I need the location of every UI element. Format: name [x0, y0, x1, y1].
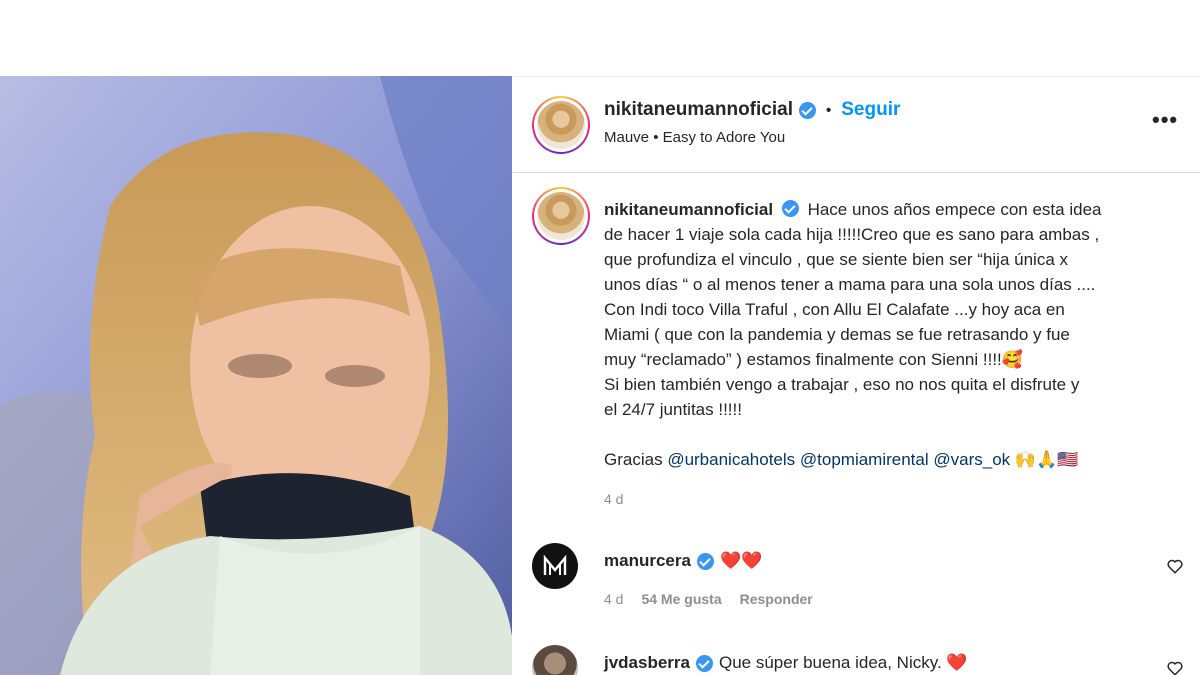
verified-badge-icon	[696, 552, 714, 570]
selfie-image	[0, 76, 512, 675]
comment-likes[interactable]: 54 Me gusta	[641, 591, 721, 607]
instagram-post-page: nikitaneumannoficial • Seguir Mauve • Ea…	[0, 0, 1200, 675]
separator-dot: •	[825, 101, 832, 119]
caption-line-3: que profundiza el vinculo , que se sient…	[604, 250, 1069, 269]
mention-urbanicahotels[interactable]: @urbanicahotels	[667, 450, 795, 469]
commenter-avatar[interactable]	[532, 543, 578, 589]
comment-body: jvdasberra Que súper buena idea, Nicky. …	[604, 653, 968, 673]
monogram-logo-icon	[543, 554, 567, 575]
comment-text: ❤️❤️	[719, 551, 763, 570]
comment-meta: 4 d 54 Me gusta Responder	[604, 591, 813, 607]
comment-item: manurcera ❤️❤️ 4 d 54 Me gusta Responder	[532, 543, 1192, 623]
audio-track-link[interactable]: Mauve • Easy to Adore You	[604, 129, 785, 146]
comment-body: manurcera ❤️❤️	[604, 551, 762, 571]
like-comment-heart-icon[interactable]	[1166, 557, 1184, 575]
header-user-line: nikitaneumannoficial • Seguir	[604, 99, 900, 121]
thanks-prefix: Gracias	[604, 450, 663, 469]
like-comment-heart-icon[interactable]	[1166, 659, 1184, 675]
verified-badge-icon	[781, 200, 799, 217]
reply-button[interactable]: Responder	[740, 591, 813, 607]
mention-topmiamirental[interactable]: @topmiamirental	[800, 450, 929, 469]
caption-author-avatar[interactable]	[532, 187, 590, 245]
follow-button[interactable]: Seguir	[841, 99, 900, 121]
caption-line-1: Hace unos años empece con esta idea	[807, 200, 1102, 219]
post-caption: nikitaneumannoficial Hace unos años empe…	[604, 197, 1164, 472]
author-username[interactable]: nikitaneumannoficial	[604, 99, 793, 121]
caption-line-4: unos días “ o al menos tener a mama para…	[604, 275, 1096, 294]
thanks-emojis: 🙌🙏🇺🇸	[1014, 450, 1079, 469]
post-side-panel: nikitaneumannoficial • Seguir Mauve • Ea…	[512, 76, 1200, 675]
comment-text: Que súper buena idea, Nicky. ❤️	[719, 653, 968, 672]
post-media-photo[interactable]	[0, 76, 512, 675]
comment-username[interactable]: jvdasberra	[604, 653, 690, 673]
more-options-icon[interactable]: •••	[1152, 107, 1178, 133]
comment-time[interactable]: 4 d	[604, 591, 623, 607]
caption-line-8: Si bien también vengo a trabajar , eso n…	[604, 375, 1080, 394]
author-avatar[interactable]	[532, 96, 590, 154]
caption-line-2: de hacer 1 viaje sola cada hija !!!!!Cre…	[604, 225, 1100, 244]
post-header: nikitaneumannoficial • Seguir Mauve • Ea…	[512, 77, 1200, 173]
caption-line-5: Con Indi toco Villa Traful , con Allu El…	[604, 300, 1065, 319]
comment-username[interactable]: manurcera	[604, 551, 691, 571]
caption-username[interactable]: nikitaneumannoficial	[604, 200, 773, 219]
caption-line-7: muy “reclamado” ) estamos finalmente con…	[604, 350, 1023, 369]
caption-thanks-line: Gracias @urbanicahotels @topmiamirental …	[604, 447, 1164, 472]
comment-item: jvdasberra Que súper buena idea, Nicky. …	[532, 645, 1192, 675]
commenter-avatar[interactable]	[532, 645, 578, 675]
caption-line-6: Miami ( que con la pandemia y demas se f…	[604, 325, 1070, 344]
verified-badge-icon	[798, 101, 816, 119]
caption-line-9: el 24/7 juntitas !!!!!	[604, 400, 742, 419]
mention-vars-ok[interactable]: @vars_ok	[933, 450, 1010, 469]
verified-badge-icon	[696, 654, 713, 672]
caption-timestamp[interactable]: 4 d	[604, 491, 623, 507]
